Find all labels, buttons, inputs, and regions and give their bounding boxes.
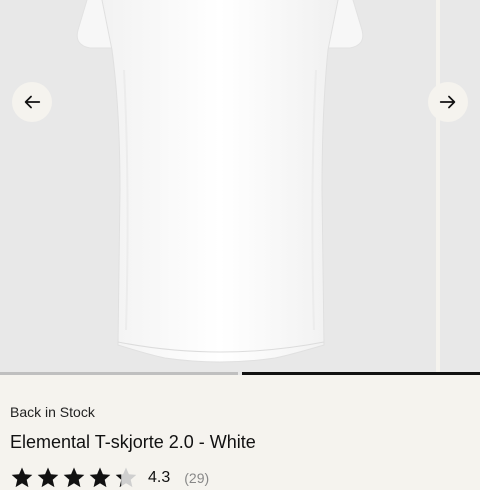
star-icon bbox=[89, 467, 111, 488]
tshirt-image bbox=[76, 0, 364, 363]
product-title: Elemental T-skjorte 2.0 - White bbox=[10, 432, 256, 452]
product-image-gallery[interactable] bbox=[0, 0, 480, 375]
gallery-progress-indicator bbox=[0, 372, 480, 376]
review-count[interactable]: (29) bbox=[184, 470, 209, 486]
arrow-left-icon bbox=[24, 95, 41, 109]
star-icon bbox=[115, 467, 137, 488]
next-product-image-peek bbox=[440, 0, 480, 375]
arrow-right-icon bbox=[439, 95, 456, 109]
rating-score: 4.3 bbox=[148, 469, 171, 486]
gallery-next-button[interactable] bbox=[428, 82, 468, 122]
product-image bbox=[0, 0, 436, 375]
rating-stars bbox=[10, 466, 138, 490]
star-icon bbox=[11, 467, 33, 488]
stock-status: Back in Stock bbox=[10, 404, 95, 420]
progress-segment-2-active[interactable] bbox=[242, 372, 480, 375]
gallery-prev-button[interactable] bbox=[12, 82, 52, 122]
star-icon bbox=[63, 467, 85, 488]
progress-segment-1[interactable] bbox=[0, 372, 238, 375]
product-rating[interactable]: 4.3 (29) bbox=[10, 466, 209, 490]
star-icon bbox=[37, 467, 59, 488]
